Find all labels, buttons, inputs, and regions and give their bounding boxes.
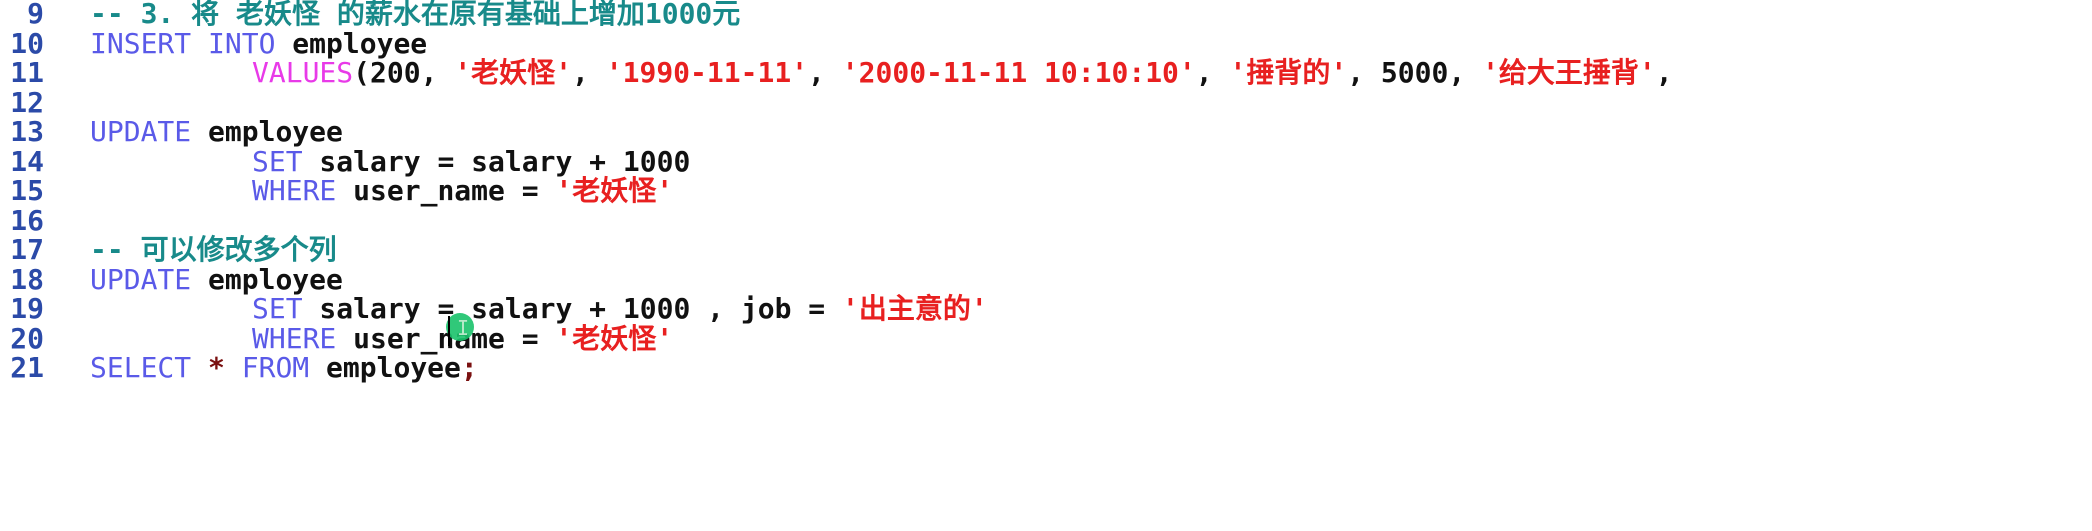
- text-caret: [448, 316, 450, 346]
- code-token: employee: [309, 351, 461, 384]
- sql-keyword: SELECT: [90, 351, 192, 384]
- code-text: SELECT * FROM employee;: [90, 348, 478, 387]
- line-number: 21: [10, 351, 44, 384]
- operator: ;: [460, 351, 478, 384]
- code-line[interactable]: 21 SELECT * FROM employee;: [0, 348, 2092, 387]
- text-cursor-icon: I: [457, 316, 470, 340]
- sql-keyword: FROM: [241, 351, 310, 384]
- operator: *: [191, 351, 242, 384]
- code-editor[interactable]: 9 -- 3. 将 老妖怪 的薪水在原有基础上增加1000元 10 INSERT IN…: [0, 0, 2092, 531]
